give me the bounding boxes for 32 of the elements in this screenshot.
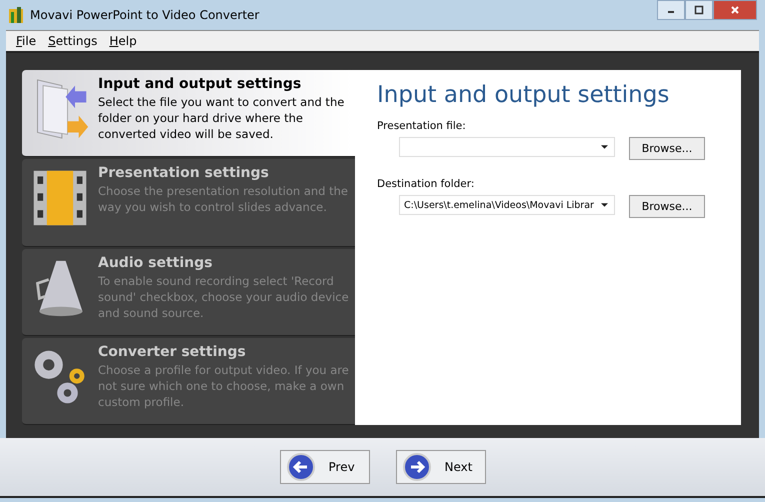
panel-heading: Input and output settings bbox=[377, 82, 670, 108]
browse-button[interactable]: Browse... bbox=[629, 195, 705, 218]
section-description: Select the file you want to convert and the folder on your hard drive where the converted video will be saved. bbox=[98, 94, 346, 142]
section-description: To enable sound recording select 'Record sound' checkbox, choose your audio device and sound source. bbox=[98, 272, 349, 320]
close-icon bbox=[730, 5, 740, 15]
settings-section[interactable]: Input and output settings Select the file you want to convert and the folder on your hard drive where the converted video will be saved. bbox=[22, 70, 355, 158]
menu-item[interactable]: File bbox=[16, 34, 36, 48]
settings-section[interactable]: Converter settings Choose a profile for output video. If you are not sure which one to choose, make a own custom profile. bbox=[22, 338, 355, 425]
nav-button[interactable]: Next bbox=[396, 450, 486, 484]
section-title: Converter settings bbox=[98, 344, 247, 360]
maximize-button[interactable] bbox=[685, 0, 713, 20]
path-dropdown[interactable]: C:\Users\t.emelina\Videos\Movavi Librar bbox=[399, 195, 615, 215]
section-title: Audio settings bbox=[98, 254, 214, 270]
field-label: Presentation file: bbox=[377, 120, 467, 132]
menu-item[interactable]: Settings bbox=[48, 34, 98, 48]
app-icon bbox=[8, 6, 24, 24]
close-button[interactable] bbox=[713, 0, 757, 20]
nav-button[interactable]: Prev bbox=[280, 450, 370, 484]
window-title: Movavi PowerPoint to Video Converter bbox=[30, 8, 260, 22]
section-description: Choose the presentation resolution and the way you wish to control slides advance. bbox=[98, 183, 349, 216]
section-description: Choose a profile for output video. If you are not sure which one to choose, make a own custom profile. bbox=[98, 362, 349, 410]
maximize-icon bbox=[694, 5, 704, 15]
settings-section[interactable]: Audio settings To enable sound recording select 'Record sound' checkbox, choose your audio device and sound source. bbox=[22, 248, 355, 336]
menu-item[interactable]: Help bbox=[109, 34, 137, 48]
section-title: Input and output settings bbox=[98, 76, 302, 92]
section-title: Presentation settings bbox=[98, 165, 270, 182]
dropdown-arrow-icon bbox=[601, 203, 608, 207]
field-label: Destination folder: bbox=[377, 178, 476, 190]
dropdown-arrow-icon bbox=[601, 145, 608, 149]
browse-button[interactable]: Browse... bbox=[629, 137, 705, 160]
settings-section[interactable]: Presentation settings Choose the presentation resolution and the way you wish to control slides advance. bbox=[22, 159, 355, 246]
minimize-button[interactable] bbox=[657, 0, 685, 20]
